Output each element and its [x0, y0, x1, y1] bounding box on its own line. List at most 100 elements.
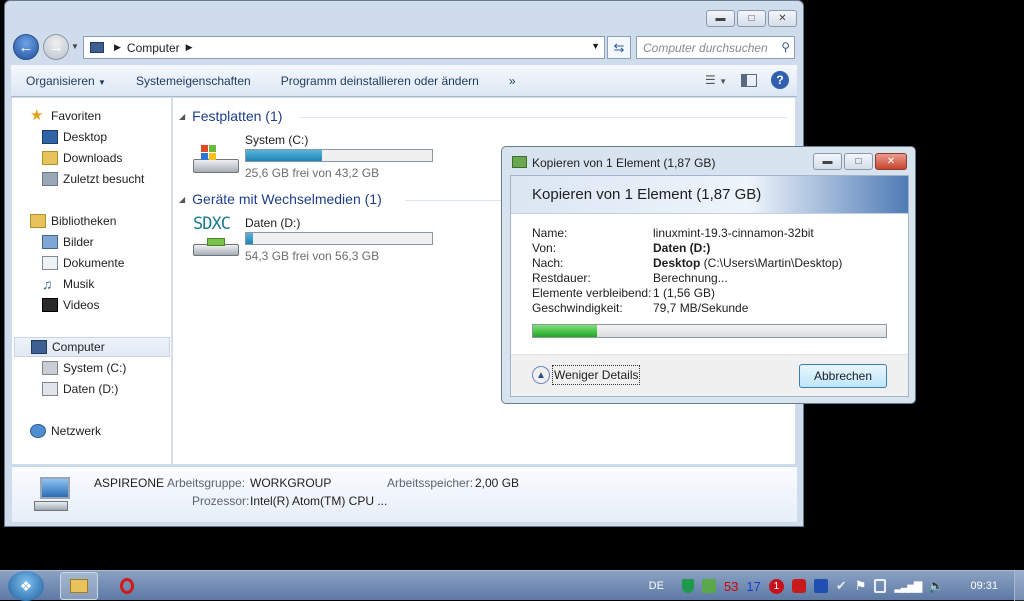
detail-value: 79,7 MB/Sekunde — [653, 301, 749, 315]
collapse-icon[interactable]: ◢ — [179, 195, 185, 204]
sidebar-item-network[interactable]: Netzwerk — [30, 421, 188, 441]
destination-link[interactable]: Desktop — [653, 256, 700, 270]
group-header-hdd[interactable]: ◢ Festplatten (1) — [179, 108, 282, 124]
windows-logo-icon: ❖ — [19, 577, 33, 594]
sdxc-logo: SDXC — [193, 214, 231, 234]
libraries-icon — [30, 214, 46, 228]
drive-name: Daten (D:) — [245, 216, 301, 230]
system-properties-button[interactable]: Systemeigenschaften — [121, 74, 266, 88]
network-signal-icon[interactable]: ▂▃▅▇ — [894, 580, 922, 593]
sd-card-icon — [42, 382, 58, 396]
group-header-removable[interactable]: ◢ Geräte mit Wechselmedien (1) — [179, 191, 382, 207]
dialog-body: Kopieren von 1 Element (1,87 GB) Name: l… — [510, 175, 909, 397]
breadcrumb-separator[interactable]: ▶ — [186, 42, 193, 53]
dialog-heading: Kopieren von 1 Element (1,87 GB) — [511, 176, 908, 214]
app-tray-icon[interactable] — [813, 579, 828, 593]
detail-label: Elemente verbleibend: — [532, 286, 652, 300]
preview-pane-icon[interactable] — [741, 73, 757, 87]
details-pane: ASPIREONE Arbeitsgruppe: WORKGROUP Arbei… — [12, 466, 797, 522]
sidebar-item-label: Bibliotheken — [51, 214, 117, 228]
collapse-icon[interactable]: ◢ — [179, 112, 185, 121]
sidebar-item-label: Netzwerk — [51, 424, 102, 438]
dialog-footer: ▲ Weniger Details Abbrechen — [511, 354, 908, 396]
search-icon[interactable]: ⚲ — [781, 40, 790, 54]
show-desktop-button[interactable] — [1014, 571, 1024, 601]
drive-c[interactable]: System (C:) 25,6 GB frei von 43,2 GB — [193, 133, 443, 181]
source-link[interactable]: Daten (D:) — [653, 241, 710, 255]
refresh-button[interactable]: ⇆ — [607, 36, 631, 59]
power-plug-icon[interactable] — [874, 579, 887, 593]
sidebar-item-label: Videos — [63, 298, 100, 312]
flag-icon[interactable]: ⚑ — [855, 578, 867, 594]
more-commands-button[interactable]: » — [494, 74, 531, 88]
opera-tray-icon[interactable] — [791, 579, 806, 593]
help-icon[interactable]: ? — [771, 71, 789, 89]
back-button[interactable]: ← — [13, 34, 39, 60]
less-details-button[interactable]: ▲ Weniger Details — [532, 365, 641, 385]
uninstall-program-button[interactable]: Programm deinstallieren oder ändern — [266, 74, 494, 88]
forward-button[interactable]: → — [43, 34, 69, 60]
minimize-button[interactable]: ▬ — [706, 10, 735, 27]
close-button[interactable]: ✕ — [875, 153, 907, 170]
hard-drive-icon — [42, 361, 58, 375]
address-bar[interactable]: ▶ Computer ▶ ▼ — [83, 36, 605, 59]
windows-drive-icon — [193, 141, 239, 177]
search-input[interactable]: Computer durchsuchen ⚲ — [636, 36, 795, 59]
sidebar-item-favorites[interactable]: ★ Favoriten — [30, 106, 188, 126]
taskbar-opera-button[interactable] — [112, 572, 142, 600]
sd-card-drive-icon: SDXC — [193, 214, 239, 260]
computer-icon — [31, 340, 47, 354]
checkmark-tray-icon[interactable]: ✔ — [836, 578, 847, 594]
detail-value: 1 (1,56 GB) — [653, 286, 716, 300]
tray-counter-red[interactable]: 53 — [724, 579, 738, 594]
sidebar-item-label: Dokumente — [63, 256, 125, 270]
navigation-bar: ← → ▼ ▶ Computer ▶ ▼ ⇆ Computer durchsuc… — [13, 34, 795, 60]
drive-d[interactable]: SDXC Daten (D:) 54,3 GB frei von 56,3 GB — [193, 214, 443, 264]
sidebar-item-label: Musik — [63, 277, 95, 291]
drive-usage-bar — [245, 232, 433, 245]
computer-icon — [34, 473, 78, 515]
taskbar-explorer-button[interactable] — [60, 572, 98, 600]
address-dropdown-icon[interactable]: ▼ — [591, 41, 600, 51]
view-controls: ☰ ▼ ? — [705, 71, 789, 89]
breadcrumb-computer[interactable]: Computer — [127, 41, 180, 55]
drive-free-space: 25,6 GB frei von 43,2 GB — [245, 166, 380, 180]
computer-icon — [90, 42, 104, 53]
copy-progress-bar — [532, 324, 887, 338]
recent-places-icon — [42, 172, 58, 186]
music-icon: ♫ — [42, 276, 53, 292]
organize-button[interactable]: Organisieren ▼ — [11, 74, 121, 88]
volume-icon[interactable]: 🔈 — [928, 578, 944, 594]
shield-icon[interactable] — [681, 579, 694, 593]
back-arrow-icon: ← — [18, 38, 34, 56]
view-options-icon[interactable]: ☰ ▼ — [705, 73, 727, 87]
drive-free-space: 54,3 GB frei von 56,3 GB — [245, 249, 380, 263]
sidebar-item-label: System (C:) — [63, 361, 127, 375]
detail-label: Von: — [532, 241, 557, 255]
cancel-button[interactable]: Abbrechen — [799, 364, 887, 388]
detail-label: Name: — [532, 226, 568, 240]
memory-value: 2,00 GB — [475, 476, 520, 490]
recent-pages-dropdown[interactable]: ▼ — [71, 42, 79, 51]
maximize-button[interactable]: □ — [844, 153, 873, 170]
folder-icon — [70, 579, 88, 593]
detail-value: Daten (D:) — [653, 241, 710, 256]
taskbar: ❖ DE 53 17 1 ✔ ⚑ ▂▃▅▇ 🔈 09:31 — [0, 570, 1024, 601]
organize-label: Organisieren — [26, 73, 95, 88]
alert-badge-icon[interactable]: 1 — [768, 578, 784, 594]
security-icon[interactable] — [701, 579, 716, 593]
sidebar-item-computer[interactable]: Computer — [14, 337, 170, 357]
sidebar-item-label: Zuletzt besucht — [63, 172, 145, 186]
alert-badge-count: 1 — [773, 580, 780, 592]
start-button[interactable]: ❖ — [8, 571, 44, 601]
minimize-button[interactable]: ▬ — [813, 153, 842, 170]
clock[interactable]: 09:31 — [970, 580, 998, 592]
sidebar-item-libraries[interactable]: Bibliotheken — [30, 211, 188, 231]
language-indicator[interactable]: DE — [649, 580, 664, 592]
maximize-button[interactable]: □ — [737, 10, 766, 27]
close-button[interactable]: ✕ — [768, 10, 797, 27]
tray-counter-blue[interactable]: 17 — [746, 579, 760, 594]
breadcrumb-separator[interactable]: ▶ — [114, 42, 121, 53]
forward-arrow-icon: → — [48, 38, 64, 56]
sidebar-item-label: Computer — [52, 340, 105, 354]
